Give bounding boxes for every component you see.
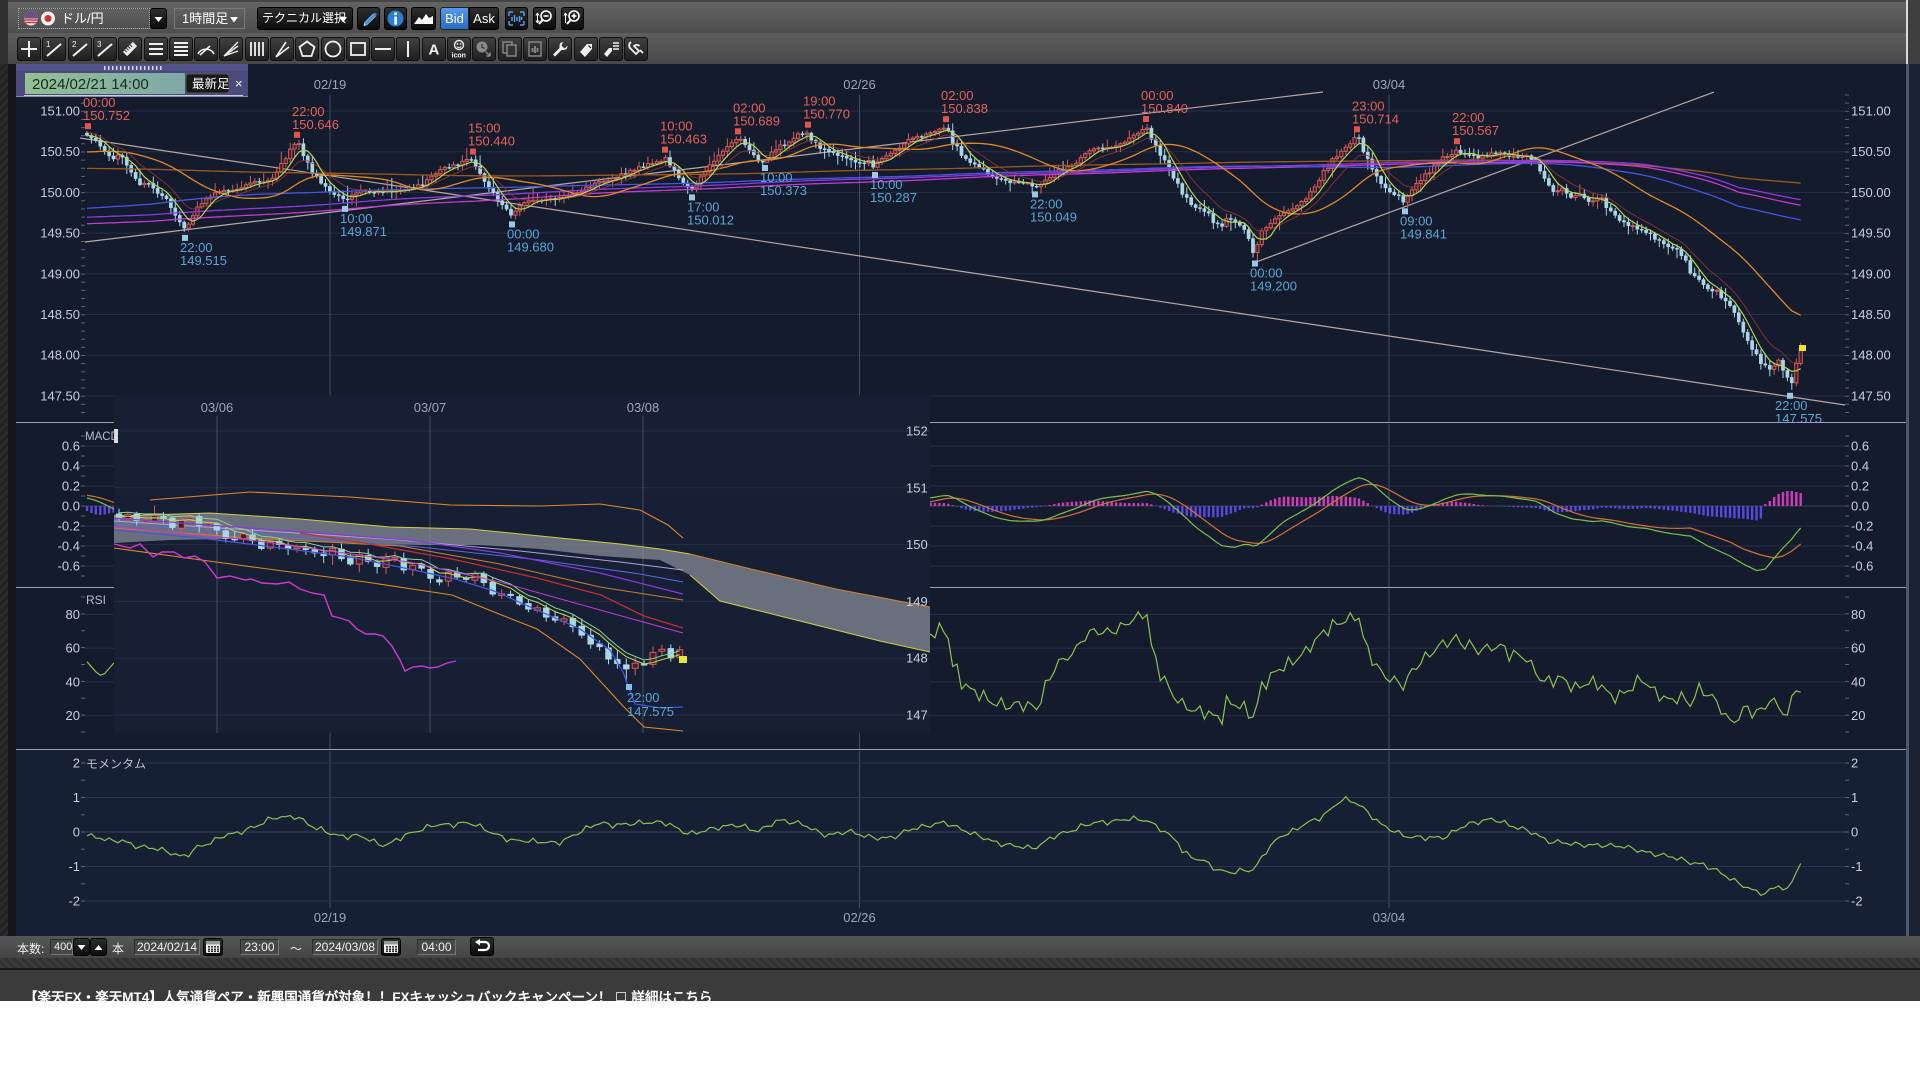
svg-text:02/26: 02/26 bbox=[843, 910, 876, 925]
svg-text:1: 1 bbox=[73, 790, 80, 805]
svg-text:149.515: 149.515 bbox=[180, 253, 227, 268]
svg-text:147.575: 147.575 bbox=[627, 704, 674, 719]
svg-text:148.50: 148.50 bbox=[40, 307, 80, 322]
svg-text:150.00: 150.00 bbox=[1851, 185, 1891, 200]
svg-text:0.0: 0.0 bbox=[1851, 499, 1869, 514]
svg-text:0.2: 0.2 bbox=[62, 479, 80, 494]
svg-text:147.50: 147.50 bbox=[1851, 388, 1891, 403]
svg-text:0.4: 0.4 bbox=[62, 459, 80, 474]
svg-text:03/06: 03/06 bbox=[201, 400, 234, 415]
svg-text:150.646: 150.646 bbox=[292, 117, 339, 132]
svg-text:149.50: 149.50 bbox=[40, 226, 80, 241]
svg-text:152: 152 bbox=[906, 424, 928, 439]
svg-text:151.00: 151.00 bbox=[1851, 104, 1891, 119]
svg-text:20: 20 bbox=[66, 708, 80, 723]
svg-text:-1: -1 bbox=[1851, 859, 1863, 874]
svg-text:0.4: 0.4 bbox=[1851, 459, 1869, 474]
svg-text:148.50: 148.50 bbox=[1851, 307, 1891, 322]
svg-text:2: 2 bbox=[72, 40, 77, 49]
svg-text:150.752: 150.752 bbox=[83, 108, 130, 123]
svg-text:150.463: 150.463 bbox=[660, 132, 707, 147]
svg-text:149.680: 149.680 bbox=[507, 239, 554, 254]
svg-text:150.373: 150.373 bbox=[760, 183, 807, 198]
svg-text:149: 149 bbox=[906, 594, 928, 609]
svg-text:03/07: 03/07 bbox=[414, 400, 447, 415]
svg-text:150.287: 150.287 bbox=[870, 190, 917, 205]
svg-text:0.0: 0.0 bbox=[62, 499, 80, 514]
svg-text:150.714: 150.714 bbox=[1352, 111, 1399, 126]
svg-text:80: 80 bbox=[66, 607, 80, 622]
svg-text:-0.2: -0.2 bbox=[1851, 519, 1873, 534]
svg-text:0.2: 0.2 bbox=[1851, 479, 1869, 494]
svg-text:150.567: 150.567 bbox=[1452, 123, 1499, 138]
svg-text:150.689: 150.689 bbox=[733, 113, 780, 128]
svg-text:40: 40 bbox=[66, 675, 80, 690]
svg-text:-1: -1 bbox=[68, 859, 80, 874]
svg-text:0.6: 0.6 bbox=[1851, 439, 1869, 454]
svg-text:147: 147 bbox=[906, 708, 928, 723]
svg-text:0: 0 bbox=[1851, 825, 1858, 840]
svg-text:149.00: 149.00 bbox=[1851, 266, 1891, 281]
svg-text:icon: icon bbox=[452, 53, 466, 60]
svg-text:150.50: 150.50 bbox=[40, 144, 80, 159]
svg-text:0: 0 bbox=[73, 825, 80, 840]
svg-text:2024/02/21 14:00: 2024/02/21 14:00 bbox=[32, 76, 149, 93]
svg-text:2: 2 bbox=[1851, 756, 1858, 771]
svg-text:02/19: 02/19 bbox=[314, 910, 347, 925]
svg-text:149.200: 149.200 bbox=[1250, 279, 1297, 294]
svg-text:-0.4: -0.4 bbox=[1851, 539, 1873, 554]
svg-text:150.50: 150.50 bbox=[1851, 144, 1891, 159]
svg-text:A: A bbox=[429, 42, 440, 59]
svg-text:-2: -2 bbox=[1851, 894, 1863, 909]
svg-text:1: 1 bbox=[46, 40, 51, 49]
svg-text:150.012: 150.012 bbox=[687, 212, 734, 227]
svg-text:20: 20 bbox=[1851, 708, 1865, 723]
svg-text:149.50: 149.50 bbox=[1851, 226, 1891, 241]
svg-text:148.00: 148.00 bbox=[40, 348, 80, 363]
svg-text:-0.2: -0.2 bbox=[58, 519, 80, 534]
svg-text:02/26: 02/26 bbox=[843, 77, 876, 92]
svg-text:151.00: 151.00 bbox=[40, 104, 80, 119]
svg-text:-2: -2 bbox=[68, 894, 80, 909]
svg-text:03/04: 03/04 bbox=[1373, 910, 1406, 925]
svg-text:02/19: 02/19 bbox=[314, 77, 347, 92]
svg-text:03/08: 03/08 bbox=[627, 400, 660, 415]
svg-text:150.049: 150.049 bbox=[1030, 209, 1077, 224]
svg-text:-0.6: -0.6 bbox=[1851, 559, 1873, 574]
svg-text:-0.4: -0.4 bbox=[58, 539, 80, 554]
svg-text:1: 1 bbox=[1851, 790, 1858, 805]
svg-text:最新足: 最新足 bbox=[192, 76, 230, 91]
svg-text:148: 148 bbox=[906, 651, 928, 666]
svg-text:149.871: 149.871 bbox=[340, 224, 387, 239]
svg-text:3: 3 bbox=[97, 40, 102, 49]
svg-text:80: 80 bbox=[1851, 607, 1865, 622]
svg-text:40: 40 bbox=[1851, 675, 1865, 690]
svg-text:モメンタム: モメンタム bbox=[86, 757, 146, 771]
svg-text:150.00: 150.00 bbox=[40, 185, 80, 200]
svg-text:-0.6: -0.6 bbox=[58, 559, 80, 574]
svg-text:60: 60 bbox=[1851, 641, 1865, 656]
svg-text:151: 151 bbox=[906, 480, 928, 495]
svg-text:150.770: 150.770 bbox=[803, 107, 850, 122]
svg-text:147.575: 147.575 bbox=[1775, 411, 1822, 426]
svg-text:150: 150 bbox=[906, 537, 928, 552]
svg-text:148.00: 148.00 bbox=[1851, 348, 1891, 363]
svg-text:22:00: 22:00 bbox=[627, 690, 660, 705]
svg-text:150.440: 150.440 bbox=[468, 134, 515, 149]
svg-text:150.840: 150.840 bbox=[1141, 101, 1188, 116]
svg-text:ドル/円: ドル/円 bbox=[61, 11, 104, 26]
svg-text:147.50: 147.50 bbox=[40, 388, 80, 403]
svg-text:RSI: RSI bbox=[86, 593, 106, 607]
svg-text:149.841: 149.841 bbox=[1400, 226, 1447, 241]
svg-text:2: 2 bbox=[73, 756, 80, 771]
svg-text:0.6: 0.6 bbox=[62, 439, 80, 454]
svg-text:MACD: MACD bbox=[85, 431, 119, 443]
svg-text:149.00: 149.00 bbox=[40, 266, 80, 281]
svg-text:150.838: 150.838 bbox=[941, 101, 988, 116]
svg-text:60: 60 bbox=[66, 641, 80, 656]
svg-text:×: × bbox=[235, 76, 243, 91]
svg-text:03/04: 03/04 bbox=[1373, 77, 1406, 92]
